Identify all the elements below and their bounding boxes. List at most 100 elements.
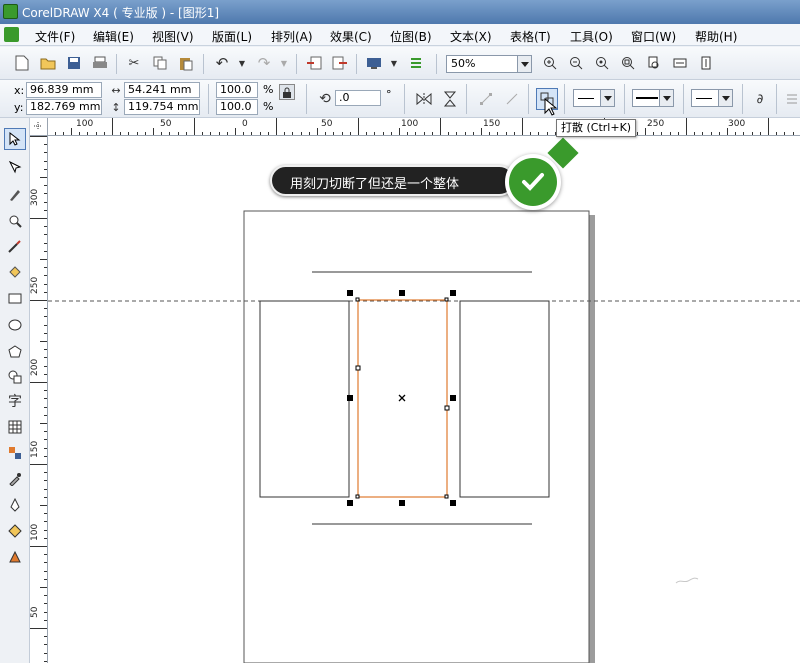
outline-tool-icon[interactable]	[4, 494, 26, 516]
smart-fill-tool-icon[interactable]	[4, 262, 26, 284]
print-icon[interactable]	[90, 53, 110, 73]
undo-icon[interactable]: ↶	[212, 53, 232, 73]
text-tool-icon[interactable]: 字	[4, 390, 26, 412]
pick-tool-icon[interactable]	[4, 128, 26, 150]
open-folder-icon[interactable]	[38, 53, 58, 73]
menu-file[interactable]: 文件(F)	[35, 28, 75, 45]
selection-handle[interactable]	[450, 395, 456, 401]
selection-handle[interactable]	[347, 290, 353, 296]
cut-icon[interactable]: ✂	[124, 53, 144, 73]
ruler-origin[interactable]	[30, 118, 48, 136]
chevron-down-icon[interactable]	[659, 90, 673, 106]
zoom-selected-icon[interactable]	[592, 53, 612, 73]
scale-x-input[interactable]: 100.0	[216, 82, 258, 98]
menu-bitmaps[interactable]: 位图(B)	[390, 28, 432, 45]
basic-shapes-tool-icon[interactable]	[4, 366, 26, 388]
selection-handle[interactable]	[450, 500, 456, 506]
percent-label: %	[263, 83, 274, 96]
chevron-down-icon[interactable]	[718, 90, 732, 106]
rectangle-tool-icon[interactable]	[4, 288, 26, 310]
node-point[interactable]	[355, 297, 360, 302]
selection-handle[interactable]	[347, 395, 353, 401]
welcome-screen-icon[interactable]	[406, 53, 426, 73]
zoom-page-width-icon[interactable]	[670, 53, 690, 73]
selection-handle[interactable]	[399, 290, 405, 296]
ellipse-tool-icon[interactable]	[4, 314, 26, 336]
menu-bar: 文件(F) 编辑(E) 视图(V) 版面(L) 排列(A) 效果(C) 位图(B…	[0, 24, 800, 46]
zoom-page-height-icon[interactable]	[696, 53, 716, 73]
menu-text[interactable]: 文本(X)	[450, 28, 492, 45]
new-document-icon[interactable]	[12, 53, 32, 73]
launcher-dropdown-icon[interactable]: ▼	[384, 53, 404, 73]
ruler-label: 50	[321, 119, 333, 129]
menu-window[interactable]: 窗口(W)	[631, 28, 676, 45]
zoom-out-icon[interactable]	[566, 53, 586, 73]
zoom-level-select[interactable]: 50%	[446, 55, 532, 73]
scale-y-input[interactable]: 100.0	[216, 99, 258, 115]
node-point[interactable]	[355, 365, 361, 371]
menu-edit[interactable]: 编辑(E)	[93, 28, 134, 45]
check-badge-inner	[509, 158, 557, 206]
copy-icon[interactable]	[150, 53, 170, 73]
selection-handle[interactable]	[347, 500, 353, 506]
text-wrap-icon[interactable]: ∂	[750, 89, 770, 109]
toolbox: 字	[0, 118, 30, 663]
horizontal-ruler[interactable]: 100 50 0 50 100 150 200 250 300	[30, 118, 800, 136]
ruler-label: 250	[647, 119, 665, 129]
chevron-down-icon[interactable]	[517, 56, 531, 72]
menu-tools[interactable]: 工具(O)	[570, 28, 613, 45]
object-width-input[interactable]: 54.241 mm	[124, 82, 200, 98]
zoom-in-icon[interactable]	[540, 53, 560, 73]
zoom-page-icon[interactable]	[644, 53, 664, 73]
menu-arrange[interactable]: 排列(A)	[271, 28, 313, 45]
menu-layout[interactable]: 版面(L)	[212, 28, 252, 45]
x-position-input[interactable]: 96.839 mm	[26, 82, 102, 98]
selection-handle[interactable]	[450, 290, 456, 296]
knife-tool-icon[interactable]	[4, 184, 26, 206]
redo-dropdown-icon[interactable]: ▼	[274, 53, 294, 73]
application-launcher-icon[interactable]	[364, 53, 384, 73]
node-point[interactable]	[444, 405, 450, 411]
shape-tool-icon[interactable]	[4, 156, 26, 178]
mirror-vertical-icon[interactable]	[440, 89, 460, 109]
mirror-horizontal-icon[interactable]	[414, 89, 434, 109]
redo-icon[interactable]: ↷	[254, 53, 274, 73]
save-icon[interactable]	[64, 53, 84, 73]
import-icon[interactable]	[304, 53, 324, 73]
menu-effects[interactable]: 效果(C)	[330, 28, 372, 45]
node-point[interactable]	[444, 494, 449, 499]
node-point[interactable]	[444, 297, 449, 302]
outline-style-select[interactable]	[632, 89, 674, 107]
ruler-label: 200	[30, 358, 40, 376]
paste-icon[interactable]	[176, 53, 196, 73]
selection-handle[interactable]	[399, 500, 405, 506]
undo-dropdown-icon[interactable]: ▼	[232, 53, 252, 73]
zoom-tool-icon[interactable]	[4, 210, 26, 232]
chevron-down-icon[interactable]	[600, 90, 614, 106]
document-icon[interactable]	[4, 27, 19, 42]
rotation-angle-input[interactable]: .0	[335, 90, 381, 106]
menu-view[interactable]: 视图(V)	[152, 28, 194, 45]
menu-help[interactable]: 帮助(H)	[695, 28, 737, 45]
fill-tool-icon[interactable]	[4, 520, 26, 542]
table-tool-icon[interactable]	[4, 416, 26, 438]
lock-ratio-icon[interactable]	[279, 84, 295, 100]
more-options-icon[interactable]	[782, 89, 800, 109]
export-icon[interactable]	[330, 53, 350, 73]
polygon-tool-icon[interactable]	[4, 340, 26, 362]
freehand-tool-icon[interactable]	[4, 236, 26, 258]
end-arrowhead-select[interactable]	[691, 89, 733, 107]
interactive-blend-tool-icon[interactable]	[4, 442, 26, 464]
zoom-all-objects-icon[interactable]	[618, 53, 638, 73]
interactive-fill-tool-icon[interactable]	[4, 546, 26, 568]
eyedropper-tool-icon[interactable]	[4, 468, 26, 490]
tooltip: 打散 (Ctrl+K)	[556, 119, 637, 137]
node-point[interactable]	[355, 494, 360, 499]
y-position-input[interactable]: 182.769 mm	[26, 99, 102, 115]
drawing-canvas[interactable]	[48, 136, 800, 663]
object-height-input[interactable]: 119.754 mm	[124, 99, 200, 115]
start-arrowhead-select[interactable]	[573, 89, 615, 107]
mouse-cursor-icon	[544, 98, 558, 116]
vertical-ruler[interactable]: 300 250 200 150 100 50	[30, 136, 48, 663]
menu-table[interactable]: 表格(T)	[510, 28, 551, 45]
